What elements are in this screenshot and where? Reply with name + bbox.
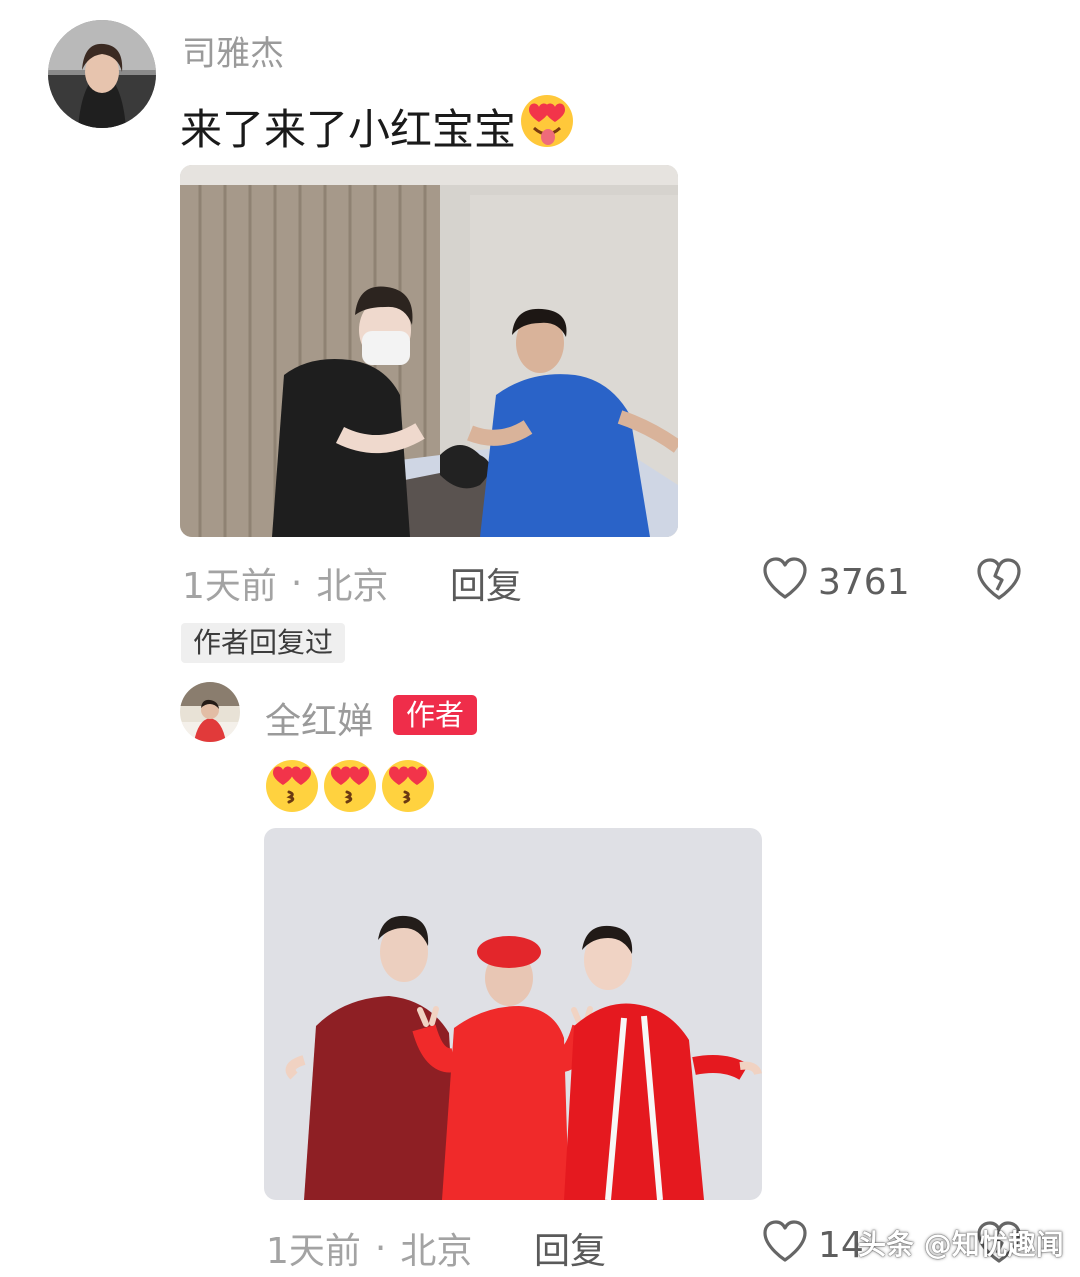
heart-eyes-tongue-emoji-icon bbox=[518, 92, 576, 160]
meta-separator: · bbox=[290, 562, 303, 604]
commenter-username[interactable]: 司雅杰 bbox=[182, 26, 284, 75]
reply-reply-button[interactable]: 回复 bbox=[534, 1222, 606, 1274]
comment-dislike-button[interactable] bbox=[976, 557, 1022, 605]
comment-photo[interactable] bbox=[180, 165, 678, 537]
comment-time: 1天前 bbox=[182, 566, 277, 607]
reply-like-count: 14 bbox=[818, 1225, 864, 1266]
reply-photo[interactable] bbox=[264, 828, 762, 1200]
comment-location: 北京 bbox=[316, 566, 389, 607]
comment-like-button[interactable]: 3761 bbox=[762, 556, 910, 609]
heart-eyes-kiss-emoji-icon bbox=[321, 756, 379, 818]
comment-like-count: 3761 bbox=[818, 562, 910, 603]
heart-eyes-kiss-emoji-icon bbox=[379, 756, 437, 818]
reply-emoji-row bbox=[263, 756, 437, 818]
heart-eyes-kiss-emoji-icon bbox=[263, 756, 321, 818]
author-username[interactable]: 全红婵 bbox=[265, 692, 373, 744]
comment-reply-button[interactable]: 回复 bbox=[450, 557, 522, 609]
author-avatar[interactable] bbox=[180, 682, 240, 742]
reply-like-button[interactable]: 14 bbox=[762, 1219, 864, 1272]
meta-separator: · bbox=[374, 1227, 387, 1269]
author-replied-tag: 作者回复过 bbox=[181, 623, 346, 663]
comment-text-content: 来了来了小红宝宝 bbox=[180, 104, 517, 154]
comment-text: 来了来了小红宝宝 bbox=[180, 92, 576, 160]
watermark: 头条 @知忧趣闻 bbox=[858, 1228, 1064, 1261]
heart-outline-icon bbox=[762, 556, 808, 609]
commenter-avatar[interactable] bbox=[48, 20, 156, 128]
heart-outline-icon bbox=[762, 1219, 808, 1272]
reply-time: 1天前 bbox=[266, 1231, 361, 1272]
comment-meta: 1天前 · 北京 bbox=[182, 557, 388, 609]
reply-location: 北京 bbox=[400, 1231, 473, 1272]
broken-heart-icon bbox=[976, 558, 1022, 605]
author-badge: 作者 bbox=[393, 695, 477, 735]
reply-meta: 1天前 · 北京 bbox=[266, 1222, 472, 1274]
